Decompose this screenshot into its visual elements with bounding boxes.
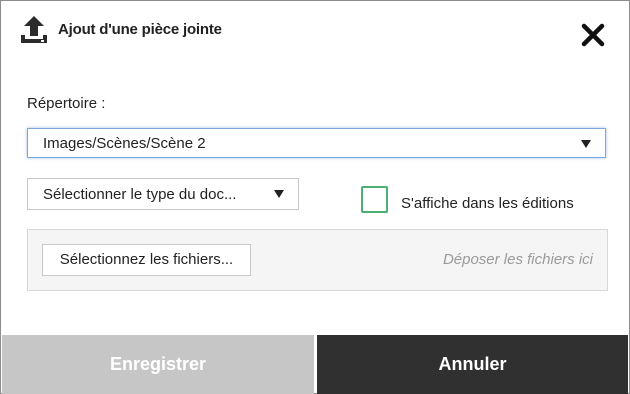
file-dropzone[interactable]: Sélectionnez les fichiers... Déposer les… [27, 229, 608, 291]
chevron-down-icon [581, 140, 591, 148]
chevron-down-icon [274, 190, 284, 198]
directory-label: Répertoire : [27, 95, 106, 112]
show-in-editions-label: S'affiche dans les éditions [401, 195, 574, 212]
close-icon[interactable] [579, 21, 607, 49]
cancel-button[interactable]: Annuler [317, 335, 628, 394]
upload-icon [19, 15, 49, 45]
document-type-select[interactable]: Sélectionner le type du doc... [27, 178, 299, 210]
attachment-dialog: Ajout d'une pièce jointe Répertoire : Im… [0, 0, 630, 394]
directory-select[interactable]: Images/Scènes/Scène 2 [27, 128, 606, 158]
dialog-title: Ajout d'une pièce jointe [58, 21, 222, 38]
save-button[interactable]: Enregistrer [2, 335, 314, 394]
show-in-editions-checkbox[interactable] [361, 186, 388, 213]
drop-files-hint: Déposer les fichiers ici [442, 251, 593, 268]
dialog-header: Ajout d'une pièce jointe [1, 1, 629, 61]
document-type-select-value: Sélectionner le type du doc... [43, 186, 237, 203]
select-files-button[interactable]: Sélectionnez les fichiers... [42, 244, 251, 276]
directory-select-value: Images/Scènes/Scène 2 [43, 135, 206, 152]
